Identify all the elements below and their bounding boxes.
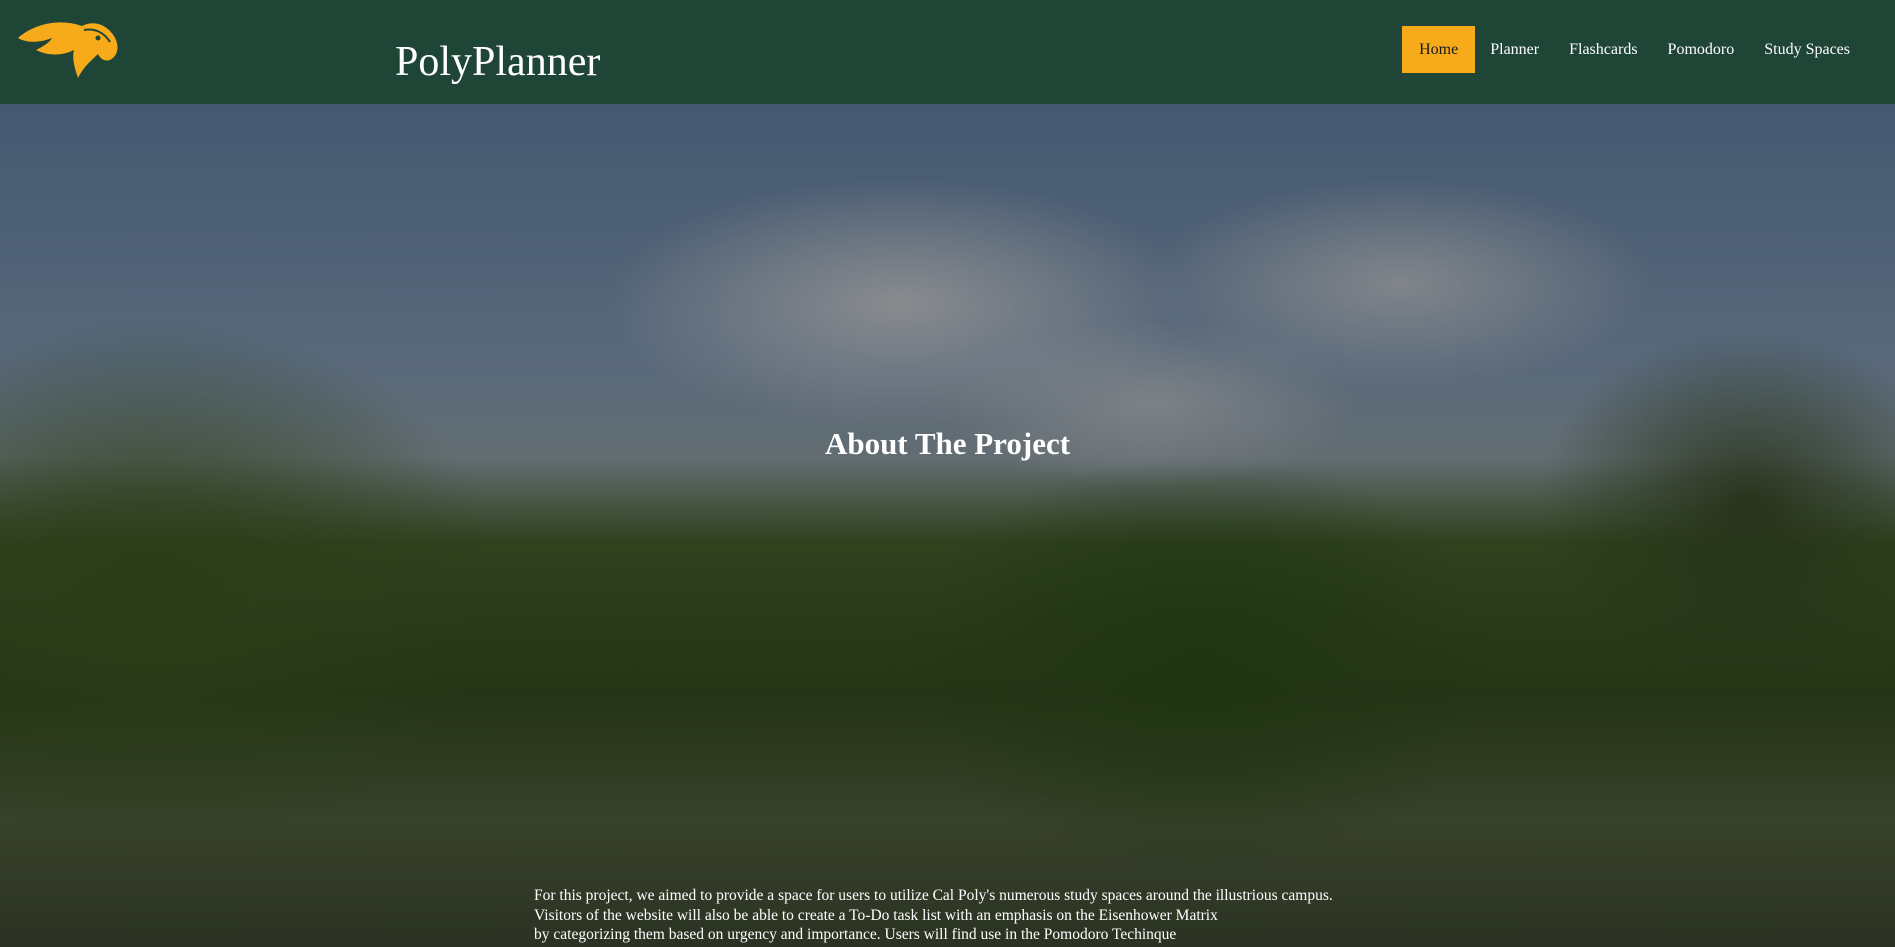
about-heading: About The Project — [824, 426, 1071, 461]
nav-home[interactable]: Home — [1402, 26, 1476, 73]
hero-section: About The Project For this project, we a… — [0, 104, 1895, 947]
nav-flashcards[interactable]: Flashcards — [1554, 26, 1652, 73]
about-paragraph: For this project, we aimed to provide a … — [534, 886, 1333, 945]
nav-study-spaces[interactable]: Study Spaces — [1749, 26, 1865, 73]
site-header: PolyPlanner Home Planner Flashcards Pomo… — [0, 0, 1895, 104]
mustang-logo-icon[interactable] — [14, 16, 122, 82]
hero-background-image — [0, 104, 1895, 947]
nav-planner[interactable]: Planner — [1475, 26, 1554, 73]
main-nav: Home Planner Flashcards Pomodoro Study S… — [1402, 26, 1865, 73]
paragraph-line: For this project, we aimed to provide a … — [534, 887, 1333, 904]
paragraph-line: by categorizing them based on urgency an… — [534, 926, 1177, 943]
nav-pomodoro[interactable]: Pomodoro — [1653, 26, 1750, 73]
paragraph-line: Visitors of the website will also be abl… — [534, 906, 1218, 924]
site-title[interactable]: PolyPlanner — [395, 38, 600, 86]
